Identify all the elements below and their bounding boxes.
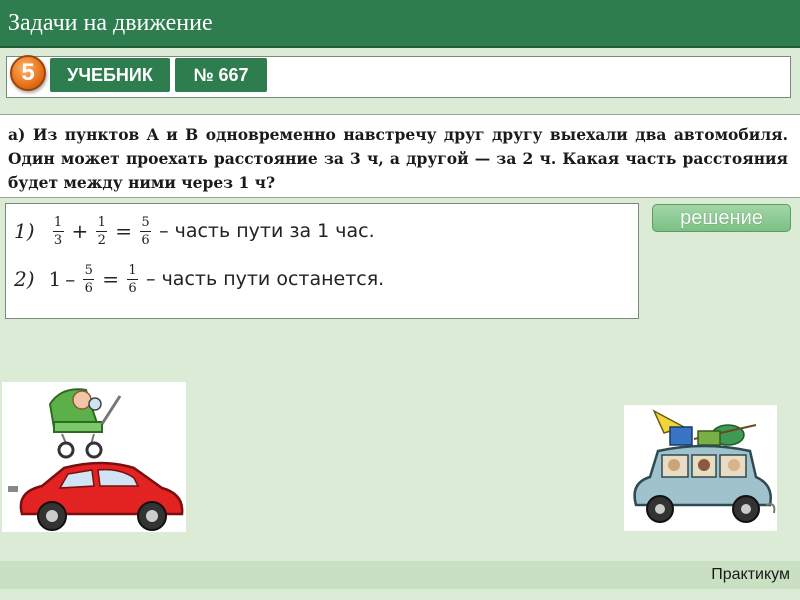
problem-statement-box: а) Из пунктов A и B одновременно навстре…: [0, 114, 800, 198]
fraction-bar: [96, 230, 108, 232]
numerator: 1: [97, 214, 106, 230]
exercise-number-badge: № 667: [175, 58, 267, 92]
fraction: 5 6: [83, 262, 95, 296]
denominator: 6: [141, 232, 150, 248]
step-text: – часть пути останется.: [146, 268, 385, 290]
solution-box: 1) 1 3 + 1 2 = 5 6 – часть пути за 1 час…: [5, 203, 639, 319]
solution-step-1: 1) 1 3 + 1 2 = 5 6 – часть пути за 1 час…: [14, 208, 375, 254]
denominator: 6: [84, 280, 93, 296]
denominator: 2: [97, 232, 106, 248]
operator: +: [71, 219, 89, 243]
fraction-bar: [52, 230, 64, 232]
show-solution-button[interactable]: решение: [652, 204, 791, 232]
problem-text: а) Из пунктов A и B одновременно навстре…: [8, 125, 788, 192]
page-title: Задачи на движение: [8, 10, 213, 36]
fraction: 1 2: [96, 214, 108, 248]
grade-badge: 5: [10, 55, 46, 91]
fraction: 1 6: [127, 262, 139, 296]
operator: =: [102, 267, 120, 291]
numerator: 5: [84, 262, 93, 278]
fraction: 5 6: [140, 214, 152, 248]
blue-car-image: [633, 409, 776, 523]
textbook-badge: УЧЕБНИК: [50, 58, 170, 92]
operator: –: [65, 267, 76, 291]
luggage-icon: [652, 409, 757, 446]
bottom-strip: [0, 589, 800, 600]
fraction-bar: [83, 278, 95, 280]
denominator: 3: [53, 232, 63, 248]
step-text: – часть пути за 1 час.: [159, 220, 375, 242]
red-car-illustration: [2, 382, 186, 532]
numerator: 1: [128, 262, 137, 278]
title-bar: Задачи на движение: [0, 0, 800, 48]
red-car-image: [8, 388, 184, 531]
fraction: 1 3: [52, 214, 64, 248]
footer-label: Практикум: [711, 566, 790, 583]
numerator: 5: [141, 214, 150, 230]
blue-car-icon: [633, 444, 776, 523]
fraction-bar: [127, 278, 139, 280]
operator: =: [115, 219, 133, 243]
red-car-icon: [8, 461, 184, 531]
denominator: 6: [128, 280, 137, 296]
solution-step-2: 2) 1 – 5 6 = 1 6 – часть пути останется.: [14, 256, 384, 302]
step-index: 2): [14, 267, 35, 291]
fraction-bar: [140, 230, 152, 232]
numerator: 1: [53, 214, 63, 230]
footer-bar: Практикум: [0, 561, 800, 589]
stroller-icon: [48, 388, 122, 459]
whole-number: 1: [48, 267, 62, 291]
blue-car-illustration: [624, 405, 777, 531]
step-index: 1): [14, 219, 35, 243]
